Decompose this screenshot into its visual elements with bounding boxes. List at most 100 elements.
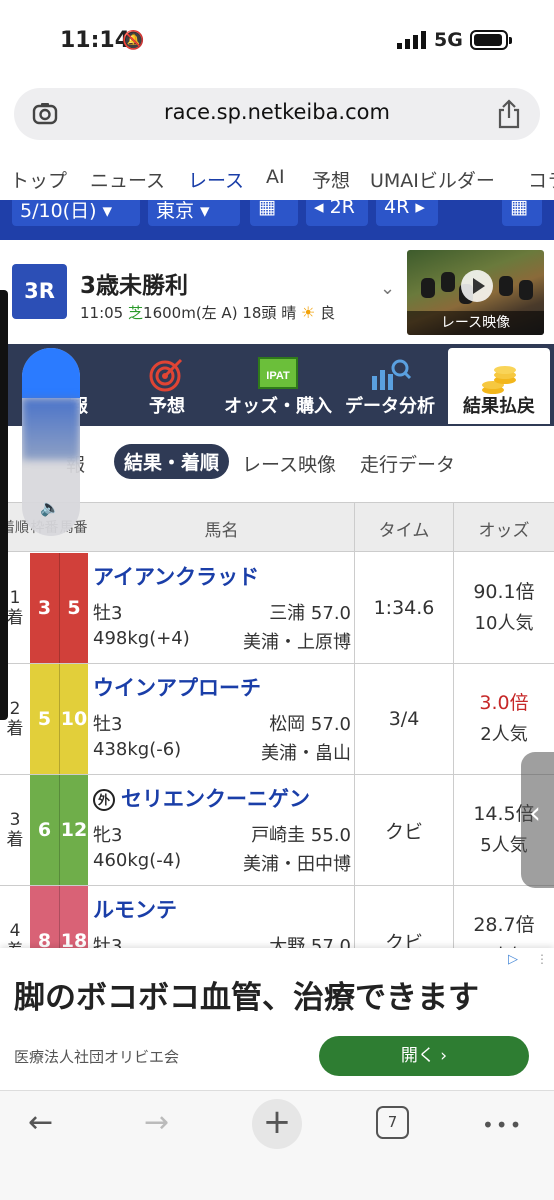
subtab-result[interactable]: 結果・着順 bbox=[114, 444, 230, 479]
horse-name-link[interactable]: 外セリエンクーニゲン bbox=[93, 783, 310, 813]
chart-magnifier-icon bbox=[372, 359, 412, 390]
menu-item-yoso[interactable]: 予想 bbox=[120, 344, 214, 426]
grid-menu-icon[interactable]: ▦ bbox=[502, 200, 542, 226]
horse-name[interactable]: セリエンクーニゲン bbox=[121, 787, 310, 811]
th-odds: オッズ bbox=[478, 520, 530, 541]
target-icon bbox=[149, 358, 183, 392]
speaker-icon: 🔈 bbox=[40, 498, 60, 517]
ad-open-label: 開く bbox=[400, 1046, 435, 1066]
column-divider bbox=[453, 502, 454, 948]
waku-cell: 5 bbox=[30, 664, 59, 774]
next-race-button[interactable]: 4R ▸ bbox=[376, 200, 438, 226]
horse-name-link[interactable]: アイアンクラッド bbox=[93, 561, 259, 591]
menu-item-label: データ分析 bbox=[345, 396, 435, 417]
calendar-icon[interactable]: ▦ bbox=[250, 200, 298, 226]
play-icon[interactable] bbox=[461, 270, 493, 302]
race-weather: 晴 bbox=[281, 304, 297, 322]
trainer[interactable]: 美浦・上原博 bbox=[200, 628, 351, 654]
jockey-weight[interactable]: 松岡 57.0 bbox=[220, 710, 351, 736]
rank-number: 2 bbox=[9, 699, 21, 719]
address-bar[interactable]: race.sp.netkeiba.com bbox=[14, 88, 540, 140]
rank-cell: 3着 bbox=[0, 775, 30, 885]
adchoices-icon[interactable]: ▷ bbox=[508, 952, 518, 967]
clock: 11:14 bbox=[60, 28, 131, 53]
table-row[interactable]: 2 着 5 10 ウインアプローチ 牡3 松岡 57.0 438kg(-6) 美浦・畠山 3/4 3… bbox=[0, 664, 554, 775]
ad-banner[interactable]: ▷ ⋮ 脚のボコボコ血管、治療できます 医療法人社団オリビエ会 開く › bbox=[0, 948, 554, 1090]
horse-name-link[interactable]: ルモンテ bbox=[93, 894, 177, 924]
horse-name[interactable]: ルモンテ bbox=[93, 898, 177, 922]
forward-arrow-icon[interactable]: → bbox=[144, 1105, 169, 1140]
nav-tab-ai[interactable]: AI bbox=[266, 166, 285, 188]
rank-suffix: 着 bbox=[6, 719, 24, 739]
horse-name[interactable]: アイアンクラッド bbox=[93, 565, 259, 589]
trainer[interactable]: 美浦・畠山 bbox=[200, 739, 351, 765]
ad-menu-icon[interactable]: ⋮ bbox=[536, 952, 548, 966]
jockey-weight[interactable]: 戸崎圭 55.0 bbox=[220, 821, 351, 847]
subtab-running-data[interactable]: 走行データ bbox=[360, 450, 455, 477]
svg-text:IPAT: IPAT bbox=[266, 370, 290, 382]
trainer[interactable]: 美浦・田中博 bbox=[200, 850, 351, 876]
nav-tab-race[interactable]: レース bbox=[188, 166, 244, 193]
race-time-cell: クビ bbox=[384, 820, 423, 843]
prev-race-button[interactable]: ◂ 2R bbox=[306, 200, 368, 226]
race-distance: 1600m(左 A) bbox=[143, 304, 238, 322]
date-select[interactable]: 5/10(日) ▾ bbox=[12, 200, 140, 226]
nav-tab-top[interactable]: トップ bbox=[10, 166, 67, 193]
column-divider bbox=[354, 502, 355, 948]
nav-tab-column[interactable]: コラ bbox=[528, 166, 554, 193]
race-menu-bar: 報 予想 IPAT オッズ・購入 bbox=[0, 344, 554, 426]
url-text[interactable]: race.sp.netkeiba.com bbox=[14, 100, 540, 124]
screen-edge bbox=[0, 290, 8, 720]
menu-item-data[interactable]: データ分析 bbox=[338, 344, 442, 426]
body-weight: 460kg(-4) bbox=[93, 850, 182, 871]
race-header: 3R 3歳未勝利 11:05 芝1600m(左 A) 18頭 晴 ☀ 良 ⌄ レ… bbox=[0, 240, 554, 344]
result-subtabs: 報 結果・着順 レース映像 走行データ bbox=[0, 438, 554, 488]
prev-race-label: 2R bbox=[329, 200, 355, 218]
ad-title[interactable]: 脚のボコボコ血管、治療できます bbox=[14, 972, 479, 1017]
body-weight: 438kg(-6) bbox=[93, 739, 182, 760]
chevron-down-icon[interactable]: ⌄ bbox=[380, 278, 395, 299]
rank-suffix: 着 bbox=[6, 830, 24, 850]
rank-number: 1 bbox=[9, 588, 21, 608]
horse-name[interactable]: ウインアプローチ bbox=[93, 676, 261, 700]
menu-item-odds[interactable]: IPAT オッズ・購入 bbox=[222, 344, 334, 426]
subtab-video[interactable]: レース映像 bbox=[242, 450, 336, 477]
th-time: タイム bbox=[378, 520, 430, 541]
sex-age: 牡3 bbox=[93, 714, 123, 735]
menu-item-result[interactable]: 結果払戻 bbox=[448, 348, 550, 424]
coins-icon bbox=[482, 366, 516, 394]
rank-suffix: 着 bbox=[6, 608, 24, 628]
race-runners: 18頭 bbox=[242, 304, 277, 322]
side-panel-handle[interactable]: ‹ bbox=[521, 752, 554, 888]
umaban-cell: 10 bbox=[59, 664, 88, 774]
waku-cell: 3 bbox=[30, 553, 59, 663]
horse-name-link[interactable]: ウインアプローチ bbox=[93, 672, 261, 702]
umaban-cell: 5 bbox=[59, 553, 88, 663]
jockey-weight[interactable]: 三浦 57.0 bbox=[220, 599, 351, 625]
nav-tab-news[interactable]: ニュース bbox=[90, 166, 165, 193]
odds-value: 3.0倍 bbox=[479, 692, 529, 714]
table-row[interactable]: 1 着 3 5 アイアンクラッド 牡3 三浦 57.0 498kg(+4) 美浦・上原博 1:34… bbox=[0, 553, 554, 664]
table-row[interactable]: 3 着 6 12 外セリエンクーニゲン 牝3 戸崎圭 55.0 460kg(-4) 美浦・田中博… bbox=[0, 775, 554, 886]
browser-toolbar: ← → + 7 ••• bbox=[0, 1090, 554, 1200]
back-arrow-icon[interactable]: ← bbox=[28, 1105, 53, 1140]
waku-cell: 6 bbox=[30, 775, 59, 885]
more-menu-icon[interactable]: ••• bbox=[482, 1113, 523, 1137]
new-tab-button[interactable]: + bbox=[252, 1099, 302, 1149]
menu-item-label: オッズ・購入 bbox=[224, 396, 332, 417]
odds-value: 90.1倍 bbox=[473, 581, 535, 603]
race-info: 11:05 芝1600m(左 A) 18頭 晴 ☀ 良 bbox=[80, 302, 335, 323]
volume-slider[interactable]: 🔈 bbox=[22, 348, 80, 536]
race-video-thumbnail[interactable]: レース映像 bbox=[407, 250, 544, 335]
venue-select[interactable]: 東京 ▾ bbox=[148, 200, 240, 226]
venue-value: 東京 bbox=[156, 200, 195, 222]
popularity: 2人気 bbox=[480, 724, 528, 745]
ad-open-button[interactable]: 開く › bbox=[319, 1036, 529, 1076]
tab-switcher-button[interactable]: 7 bbox=[376, 1106, 409, 1139]
ad-sponsor: 医療法人社団オリビエ会 bbox=[14, 1048, 180, 1066]
share-icon[interactable] bbox=[496, 99, 522, 129]
page-root: 11:14 🔕 5G race.sp.netkeiba.com トップ ニュース… bbox=[0, 0, 554, 1200]
nav-tab-umai-builder[interactable]: UMAIビルダー bbox=[370, 166, 495, 193]
th-horse-name: 馬名 bbox=[204, 520, 239, 541]
nav-tab-yoso[interactable]: 予想 bbox=[312, 166, 350, 193]
